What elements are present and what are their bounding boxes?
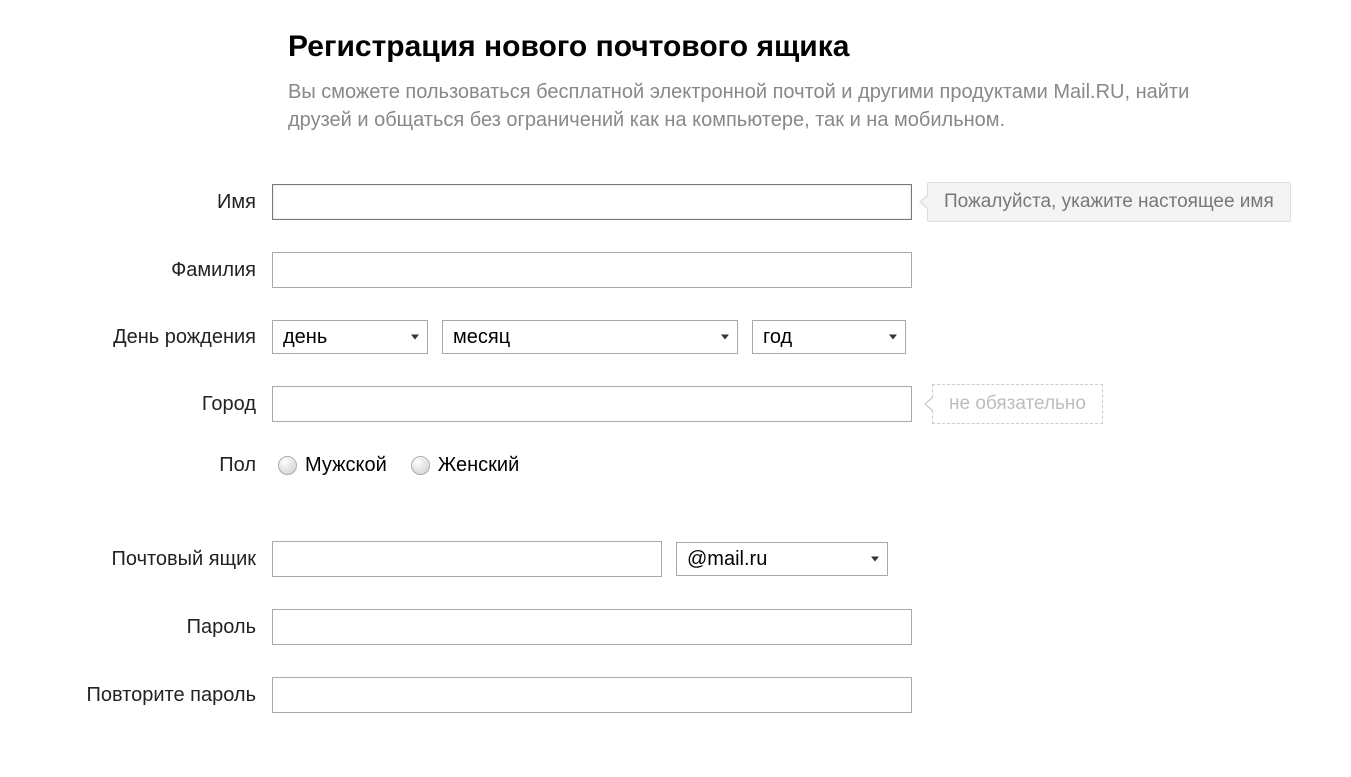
- chevron-down-icon: [721, 335, 729, 340]
- city-optional-hint: не обязательно: [932, 384, 1103, 424]
- page-subtitle: Вы сможете пользоваться бесплатной элект…: [288, 78, 1248, 134]
- label-last-name: Фамилия: [20, 259, 272, 282]
- city-input[interactable]: [272, 386, 912, 422]
- birthday-month-value: месяц: [453, 326, 510, 349]
- label-password-repeat: Повторите пароль: [20, 684, 272, 707]
- gender-female-radio[interactable]: Женский: [411, 454, 519, 477]
- mailbox-domain-select[interactable]: @mail.ru: [676, 542, 888, 576]
- label-gender: Пол: [20, 454, 272, 477]
- birthday-year-value: год: [763, 326, 792, 349]
- gender-male-radio[interactable]: Мужской: [278, 454, 387, 477]
- password-input[interactable]: [272, 609, 912, 645]
- mailbox-input[interactable]: [272, 541, 662, 577]
- birthday-day-value: день: [283, 326, 327, 349]
- label-city: Город: [20, 393, 272, 416]
- label-birthday: День рождения: [20, 326, 272, 349]
- last-name-input[interactable]: [272, 252, 912, 288]
- birthday-day-select[interactable]: день: [272, 320, 428, 354]
- gender-male-label: Мужской: [305, 454, 387, 477]
- label-password: Пароль: [20, 616, 272, 639]
- radio-icon: [278, 456, 297, 475]
- first-name-tooltip: Пожалуйста, укажите настоящее имя: [927, 182, 1291, 222]
- label-first-name: Имя: [20, 191, 272, 214]
- page-title: Регистрация нового почтового ящика: [288, 30, 1288, 64]
- chevron-down-icon: [411, 335, 419, 340]
- label-mailbox: Почтовый ящик: [20, 548, 272, 571]
- radio-icon: [411, 456, 430, 475]
- chevron-down-icon: [889, 335, 897, 340]
- gender-female-label: Женский: [438, 454, 519, 477]
- password-repeat-input[interactable]: [272, 677, 912, 713]
- chevron-down-icon: [871, 557, 879, 562]
- first-name-input[interactable]: [272, 184, 912, 220]
- birthday-month-select[interactable]: месяц: [442, 320, 738, 354]
- birthday-year-select[interactable]: год: [752, 320, 906, 354]
- mailbox-domain-value: @mail.ru: [687, 548, 767, 571]
